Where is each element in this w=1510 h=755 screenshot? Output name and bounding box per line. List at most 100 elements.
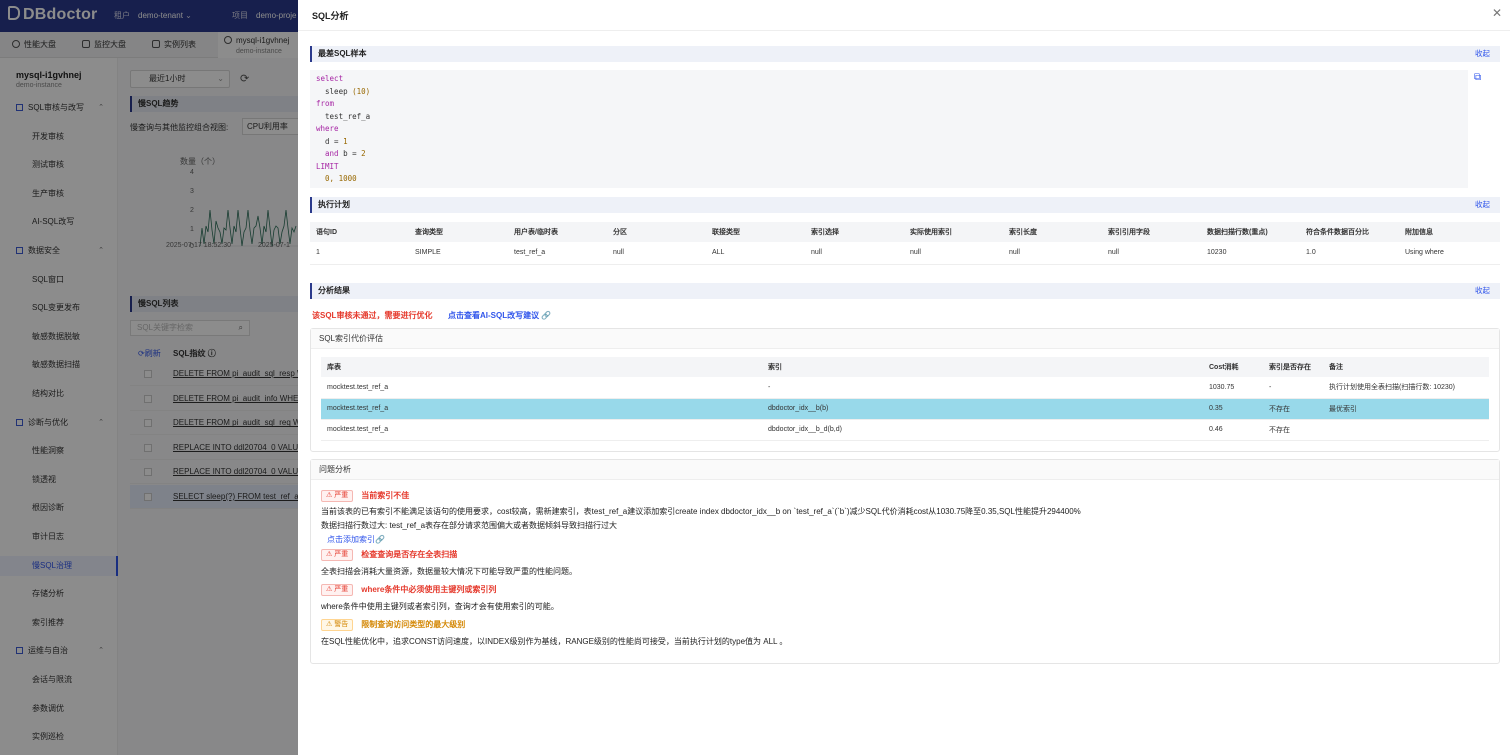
- worst-sample-title: 最差SQL样本: [318, 49, 367, 58]
- issue-header: ⚠ 严重 当前索引不佳: [321, 490, 409, 502]
- table-cell: dbdoctor_idx__b(b): [762, 398, 1203, 420]
- table-row: mocktest.test_ref_a -1030.75- 执行计划使用全表扫描(扫…: [321, 377, 1489, 399]
- index-cost-title: SQL索引代价评估: [311, 329, 1499, 349]
- sql-analysis-drawer: SQL分析 ✕ 最差SQL样本 收起 select sleep (10) from…: [298, 0, 1510, 755]
- issue-header: ⚠ 警告 限制查询访问类型的最大级别: [321, 619, 465, 631]
- add-index-link[interactable]: 点击添加索引🔗: [327, 534, 385, 545]
- table-cell: dbdoctor_idx__b_d(b,d): [762, 419, 1203, 441]
- table-cell: -: [1263, 377, 1323, 399]
- table-cell: null: [805, 242, 904, 265]
- table-cell: [1323, 419, 1489, 441]
- analysis-title: 分析结果: [318, 286, 350, 295]
- issue-description: where条件中使用主键列或者索引列，查询才会有使用索引的可能。: [321, 602, 559, 611]
- plan-title: 执行计划: [318, 200, 350, 209]
- table-cell: 0.35: [1203, 398, 1263, 420]
- code-line: test_ref_a: [316, 111, 1462, 124]
- column-header: 索引是否存在: [1263, 357, 1323, 377]
- issue-analysis-card: 问题分析 ⚠ 严重 当前索引不佳 当前该表的已有索引不能满足该语句的使用要求，cos…: [310, 459, 1500, 664]
- table-cell: null: [1102, 242, 1201, 265]
- ai-rewrite-link[interactable]: 点击查看AI-SQL改写建议 🔗: [448, 310, 551, 321]
- column-header: 分区: [607, 222, 706, 242]
- column-header: 索引选择: [805, 222, 904, 242]
- column-header: 用户表/临时表: [508, 222, 607, 242]
- code-token: 2: [361, 149, 366, 158]
- column-header: 附加信息: [1399, 222, 1500, 242]
- column-header: 联接类型: [706, 222, 805, 242]
- column-header: 数据扫描行数(重点): [1201, 222, 1300, 242]
- issue-title: 检查查询是否存在全表扫描: [361, 550, 458, 559]
- table-cell: null: [1003, 242, 1102, 265]
- table-cell: null: [904, 242, 1003, 265]
- issue-title: 当前索引不佳: [361, 491, 410, 500]
- index-cost-card: SQL索引代价评估 库表 索引 Cost消耗 索引是否存在 备注 mocktest.tes…: [310, 328, 1500, 452]
- code-token: test_ref_a: [316, 111, 371, 121]
- table-row: mocktest.test_ref_a dbdoctor_idx__b(b) 0.3…: [321, 398, 1489, 420]
- audit-fail-message: 该SQL审核未通过，需要进行优化: [312, 311, 433, 320]
- code-token: LIMIT: [316, 161, 339, 171]
- close-icon[interactable]: ✕: [1492, 6, 1502, 20]
- issue-header: ⚠ 严重 检查查询是否存在全表扫描: [321, 549, 457, 561]
- table-cell: test_ref_a: [508, 242, 607, 265]
- table-cell: 1030.75: [1203, 377, 1263, 399]
- column-header: 符合条件数据百分比: [1300, 222, 1399, 242]
- code-token: from: [316, 99, 335, 108]
- code-token: (10): [352, 86, 371, 96]
- issue-description: 当前该表的已有索引不能满足该语句的使用要求，cost较高，需新建索引，表test…: [321, 507, 1081, 516]
- code-line: sleep (10): [316, 86, 1462, 99]
- column-header: 查询类型: [409, 222, 508, 242]
- code-line: from: [316, 98, 1462, 111]
- column-header: Cost消耗: [1203, 357, 1263, 377]
- code-token: select: [316, 74, 344, 83]
- code-token: sleep: [316, 86, 353, 96]
- column-header: 语句ID: [310, 222, 409, 242]
- collapse-button[interactable]: 收起: [1475, 283, 1490, 299]
- code-line: and b = 2: [316, 148, 1462, 161]
- table-cell: 最优索引: [1323, 398, 1489, 420]
- issue-header: ⚠ 严重 where条件中必须使用主键列或索引列: [321, 584, 496, 596]
- drawer-divider: [298, 30, 1510, 31]
- table-cell: mocktest.test_ref_a: [321, 419, 762, 441]
- table-cell: 执行计划使用全表扫描(扫描行数: 10230): [1323, 377, 1489, 399]
- code-token: d =: [316, 136, 344, 146]
- table-cell: mocktest.test_ref_a: [321, 377, 762, 399]
- table-cell: null: [607, 242, 706, 265]
- code-token: 1: [343, 136, 348, 146]
- plan-header: 执行计划 收起: [310, 197, 1500, 213]
- severity-badge: ⚠ 严重: [321, 490, 354, 502]
- column-header: 索引长度: [1003, 222, 1102, 242]
- table-cell: 10230: [1201, 242, 1300, 265]
- column-header: 实际使用索引: [904, 222, 1003, 242]
- code-token: b =: [338, 149, 362, 158]
- table-cell: mocktest.test_ref_a: [321, 398, 762, 420]
- table-cell: 不存在: [1263, 419, 1323, 441]
- issue-title: 限制查询访问类型的最大级别: [361, 620, 466, 629]
- collapse-button[interactable]: 收起: [1475, 197, 1490, 213]
- sql-code-block: select sleep (10) from test_ref_a where d …: [310, 70, 1468, 188]
- severity-badge: ⚠ 严重: [321, 549, 354, 561]
- code-token: where: [316, 124, 339, 133]
- severity-badge: ⚠ 警告: [321, 619, 354, 631]
- table-cell: 不存在: [1263, 398, 1323, 420]
- code-line: LIMIT: [316, 161, 1462, 174]
- column-header: 索引: [762, 357, 1203, 377]
- worst-sample-header: 最差SQL样本 收起: [310, 46, 1500, 62]
- table-header-row: 库表 索引 Cost消耗 索引是否存在 备注: [321, 357, 1489, 377]
- table-row: mocktest.test_ref_a dbdoctor_idx__b_d(b,d…: [321, 419, 1489, 441]
- table-cell: Using where: [1399, 242, 1500, 265]
- issue-description: 数据扫描行数过大: test_ref_a表存在部分请求范围偏大或者数据倾斜导致扫…: [321, 521, 618, 530]
- table-cell: SIMPLE: [409, 242, 508, 265]
- collapse-button[interactable]: 收起: [1475, 46, 1490, 62]
- copy-icon[interactable]: ⧉: [1474, 72, 1481, 83]
- execution-plan-table: 语句ID 查询类型 用户表/临时表 分区 联接类型 索引选择 实际使用索引 索引长度 索引引用字…: [310, 222, 1500, 265]
- app-root: DBdoctor 租户 demo-tenant ⌄ 项目 demo-proje 性能…: [0, 0, 1510, 755]
- index-cost-table: 库表 索引 Cost消耗 索引是否存在 备注 mocktest.test_ref_a -10…: [321, 357, 1489, 441]
- issue-description: 全表扫描会消耗大量资源，数据量较大情况下可能导致严重的性能问题。: [321, 567, 577, 576]
- code-token: 0, 1000: [316, 174, 357, 183]
- severity-badge: ⚠ 严重: [321, 584, 354, 596]
- column-header: 库表: [321, 357, 762, 377]
- column-header: 备注: [1323, 357, 1489, 377]
- issue-description: 在SQL性能优化中，追求CONST访问速度，以INDEX级别作为基线，RANGE…: [321, 637, 788, 646]
- table-row: 1 SIMPLE test_ref_a null ALL null null null null…: [310, 242, 1500, 265]
- code-line: select: [316, 73, 1462, 86]
- table-header-row: 语句ID 查询类型 用户表/临时表 分区 联接类型 索引选择 实际使用索引 索引长度 索引引用字…: [310, 222, 1500, 242]
